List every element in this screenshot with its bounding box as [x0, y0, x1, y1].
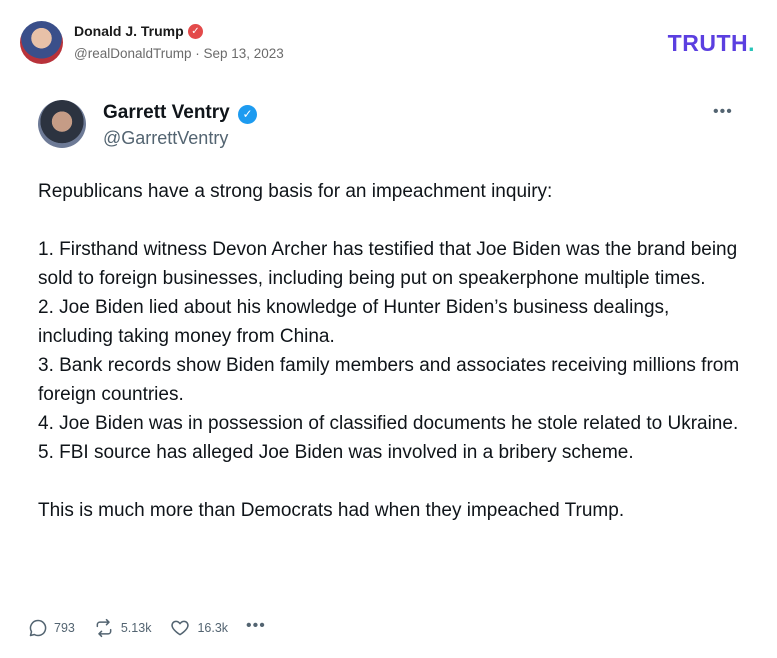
like-button[interactable]: 16.3k — [169, 618, 228, 638]
truth-logo-dot: . — [748, 30, 755, 56]
quoted-author-avatar[interactable] — [38, 100, 86, 148]
tweet-paragraph: 5. FBI source has alleged Joe Biden was … — [38, 442, 634, 463]
tweet-body: Republicans have a strong basis for an i… — [38, 177, 748, 525]
reply-count: 793 — [54, 621, 75, 635]
truth-logo: TRUTH. — [668, 30, 755, 57]
retruth-button[interactable]: 5.13k — [93, 618, 152, 638]
tweet-paragraph: Republicans have a strong basis for an i… — [38, 181, 553, 202]
reply-button[interactable]: 793 — [28, 618, 75, 638]
post-actions-bar: 793 5.13k 16.3k ••• — [28, 616, 266, 640]
heart-icon — [171, 620, 190, 636]
tweet-paragraph: 2. Joe Biden lied about his knowledge of… — [38, 297, 670, 347]
tweet-paragraph: 4. Joe Biden was in possession of classi… — [38, 413, 739, 434]
quoted-tweet-card[interactable]: Garrett Ventry ✓ @GarrettVentry ••• Repu… — [20, 85, 760, 595]
tweet-paragraph: 1. Firsthand witness Devon Archer has te… — [38, 239, 738, 289]
verified-badge-icon: ✓ — [238, 105, 257, 124]
author-name[interactable]: Donald J. Trump — [74, 23, 184, 39]
reply-icon — [29, 619, 47, 637]
verified-check-icon: ✓ — [188, 24, 203, 39]
more-actions-icon[interactable]: ••• — [246, 617, 266, 635]
tweet-paragraph: This is much more than Democrats had whe… — [38, 500, 625, 521]
more-options-icon[interactable]: ••• — [713, 103, 733, 121]
truth-logo-text: TRUTH — [667, 30, 749, 56]
quoted-author-name[interactable]: Garrett Ventry — [103, 102, 230, 124]
tweet-paragraph: 3. Bank records show Biden family member… — [38, 355, 740, 405]
retruth-count: 5.13k — [120, 621, 152, 635]
author-handle-and-date[interactable]: @realDonaldTrump · Sep 13, 2023 — [74, 46, 284, 61]
post-header: Donald J. Trump ✓ @realDonaldTrump · Sep… — [20, 18, 765, 68]
retruth-icon — [96, 618, 112, 638]
author-avatar[interactable] — [20, 21, 63, 64]
like-count: 16.3k — [197, 621, 229, 635]
quoted-author-handle[interactable]: @GarrettVentry — [103, 128, 228, 149]
